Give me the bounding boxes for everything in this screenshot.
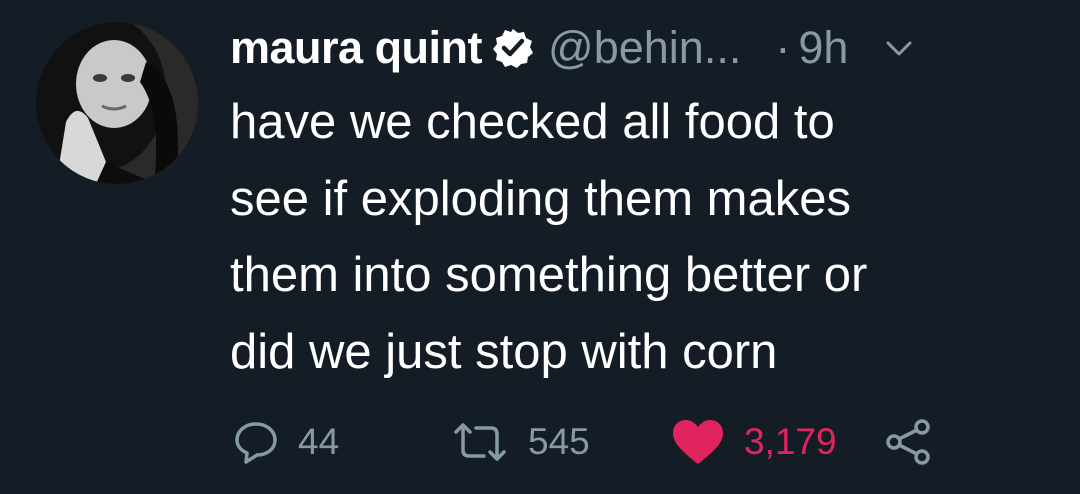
author-name[interactable]: maura quint <box>230 22 483 74</box>
author-handle[interactable]: @behin... <box>548 22 741 74</box>
heart-icon <box>670 418 726 466</box>
share-button[interactable] <box>884 414 934 470</box>
header-separator: · <box>775 22 791 73</box>
like-button[interactable]: 3,179 <box>670 414 837 470</box>
like-count: 3,179 <box>744 421 837 462</box>
tweet-header: maura quint @behin... · 9h <box>230 20 1060 76</box>
tweet-text-line: them into something better or <box>230 248 868 302</box>
avatar-image <box>36 22 198 184</box>
retweet-button[interactable]: 545 <box>450 414 590 470</box>
tweet-text-line: see if exploding them makes <box>230 171 851 226</box>
retweet-icon <box>450 418 510 466</box>
share-icon <box>884 417 934 467</box>
verified-badge-icon <box>492 27 534 69</box>
tweet-text-line: did we just stop with corn <box>230 324 778 379</box>
tweet-timestamp[interactable]: 9h <box>798 22 848 74</box>
reply-icon <box>232 418 280 466</box>
tweet-text: have we checked all food to see if explo… <box>230 84 1030 390</box>
tweet-text-line: have we checked all food to <box>230 95 835 149</box>
reply-button[interactable]: 44 <box>232 414 339 470</box>
reply-count: 44 <box>298 421 340 462</box>
avatar[interactable] <box>36 22 198 184</box>
retweet-count: 545 <box>528 421 590 462</box>
chevron-down-icon[interactable] <box>884 33 914 63</box>
